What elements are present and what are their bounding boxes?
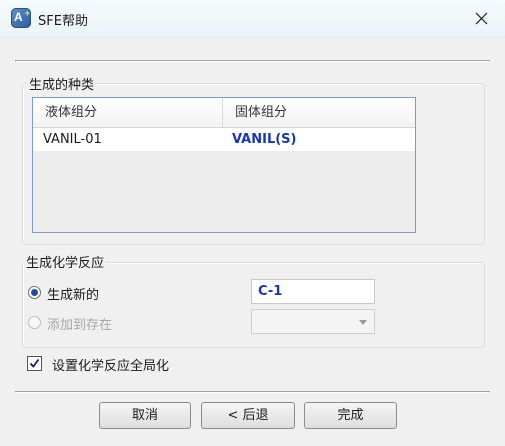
radio-add-existing-label[interactable]: 添加到存在 — [47, 314, 112, 333]
column-header-liquid[interactable]: 液体组分 — [33, 98, 222, 128]
global-reaction-label[interactable]: 设置化学反应全局化 — [52, 355, 169, 374]
title-bar: A + SFE帮助 — [0, 0, 505, 37]
close-button[interactable] — [459, 0, 505, 37]
radio-create-new[interactable] — [28, 286, 41, 299]
existing-reaction-select[interactable] — [251, 309, 375, 334]
checkmark-icon — [29, 358, 40, 368]
finish-button[interactable]: 完成 — [304, 402, 397, 429]
table-row[interactable]: VANIL-01 VANIL(S) — [33, 128, 415, 151]
top-separator — [15, 60, 490, 62]
species-table[interactable]: 液体组分 固体组分 VANIL-01 VANIL(S) — [32, 97, 416, 233]
chevron-down-icon — [359, 320, 367, 325]
cancel-button[interactable]: 取消 — [99, 402, 191, 429]
app-icon: A + — [11, 8, 31, 28]
back-button[interactable]: < 后退 — [201, 402, 295, 429]
app-icon-letter: A — [14, 10, 23, 24]
column-header-solid[interactable]: 固体组分 — [222, 98, 415, 128]
table-header: 液体组分 固体组分 — [33, 98, 415, 128]
reaction-name-input[interactable]: C-1 — [251, 279, 375, 304]
bottom-separator — [15, 391, 490, 393]
cell-solid: VANIL(S) — [232, 132, 297, 147]
window-title: SFE帮助 — [38, 14, 88, 29]
reaction-group-label: 生成化学反应 — [24, 252, 107, 271]
reaction-groupbox — [22, 262, 485, 348]
radio-add-existing[interactable] — [28, 316, 41, 329]
cell-liquid: VANIL-01 — [43, 132, 102, 147]
species-group-label: 生成的种类 — [27, 74, 97, 93]
global-reaction-checkbox[interactable] — [27, 356, 42, 371]
radio-create-new-label[interactable]: 生成新的 — [47, 284, 99, 303]
app-icon-plus: + — [24, 8, 30, 18]
close-icon — [475, 12, 488, 25]
